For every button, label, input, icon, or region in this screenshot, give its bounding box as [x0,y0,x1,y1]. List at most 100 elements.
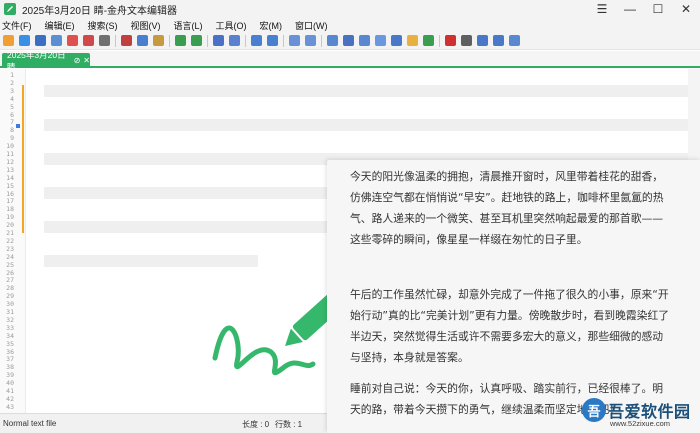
zoom-out-icon[interactable] [267,35,278,46]
close-all-icon[interactable] [83,35,94,46]
line-number: 24 [6,252,14,261]
function-list-icon[interactable] [391,35,402,46]
line-number: 33 [6,323,14,332]
record-macro-icon[interactable] [445,35,456,46]
line-number: 19 [6,213,14,222]
watermark-logo-icon: 吾 [582,398,606,422]
run-macro-multiple-icon[interactable] [493,35,504,46]
line-number: 31 [6,308,14,316]
sync-scroll-h-icon[interactable] [305,35,316,46]
close-button[interactable]: ✕ [672,0,700,18]
line-number: 11 [6,150,14,158]
line-number: 7 [10,118,14,127]
status-length: 长度 : 0 [242,420,270,429]
menu-tools[interactable]: 工具(O) [216,19,247,32]
toolbar-separator [115,34,116,47]
line-number: 30 [6,300,14,309]
watermark-url: www.52zixue.com [610,419,671,428]
line-number: 12 [6,157,14,166]
new-file-icon[interactable] [3,35,14,46]
line-number: 20 [6,221,14,230]
line-number: 39 [6,371,14,380]
show-all-chars-icon[interactable] [343,35,354,46]
copy-icon[interactable] [137,35,148,46]
line-number: 28 [6,284,14,293]
menu-icon[interactable]: ☰ [588,0,616,18]
play-macro-icon[interactable] [477,35,488,46]
line-number-gutter: 1 2 3 4 5 6 7 8 9 10 11 12 13 14 15 16 17 18 19 20 21 22 23 24 2… [0,69,26,413]
site-watermark: 吾 吾爱软件园 www.52zixue.com [578,392,700,433]
replace-icon[interactable] [229,35,240,46]
line-number: 10 [6,142,14,151]
toolbar-separator [245,34,246,47]
menu-window[interactable]: 窗口(W) [295,19,328,32]
line-number: 25 [6,260,14,269]
save-all-icon[interactable] [51,35,62,46]
preview-line: 午后的工作虽然忙碌，却意外完成了一件拖了很久的小事，原来“开 [350,288,669,301]
menu-language[interactable]: 语言(L) [174,19,203,32]
cut-icon[interactable] [121,35,132,46]
line-number: 34 [6,331,14,340]
zoom-in-icon[interactable] [251,35,262,46]
preview-line: 今天的阳光像温柔的拥抱，清晨推开窗时，风里带着桂花的甜香， [350,170,664,183]
line-number: 14 [6,173,14,182]
paste-icon[interactable] [153,35,164,46]
preview-line: 始行动”真的比“完美计划”更有力量。傍晚散步时，看到晚霞染红了 [350,309,670,322]
toolbar-separator [283,34,284,47]
toolbar-separator [439,34,440,47]
title-bar: 2025年3月20日 睛-金舟文本编辑器 ☰ — ☐ ✕ [0,0,700,18]
line-number: 9 [10,134,14,143]
stop-macro-icon[interactable] [461,35,472,46]
preview-paragraph: 今天的阳光像温柔的拥抱，清晨推开窗时，风里带着桂花的甜香， 仿佛连空气都在悄悄说“… [350,166,695,250]
line-number: 43 [6,402,14,411]
open-file-icon[interactable] [19,35,30,46]
menu-search[interactable]: 搜索(S) [88,19,118,32]
menu-edit[interactable]: 编辑(E) [45,19,75,32]
line-number: 3 [10,86,14,95]
menu-file[interactable]: 文件(F) [2,19,32,32]
indent-guide-icon[interactable] [359,35,370,46]
menu-macro[interactable]: 宏(M) [260,19,283,32]
status-file-type: Normal text file [3,419,57,428]
tab-close-icon[interactable]: ✕ [83,56,90,65]
line-number: 16 [6,189,14,198]
line-number: 4 [10,94,14,103]
redo-icon[interactable] [191,35,202,46]
line-number: 35 [6,339,14,348]
minimize-button[interactable]: — [616,0,644,18]
preview-paragraph: 午后的工作虽然忙碌，却意外完成了一件拖了很久的小事，原来“开 始行动”真的比“完美… [350,284,695,368]
preview-line: 半边天，突然觉得生活或许不需要多宏大的意义，那些细微的感动 [350,330,664,343]
line-number: 37 [6,355,14,364]
line-number: 15 [6,181,14,190]
monitor-icon[interactable] [423,35,434,46]
toolbar-separator [207,34,208,47]
line-number: 23 [6,244,14,253]
bookmark-marker-icon[interactable] [16,124,20,128]
document-tab[interactable]: 2025年3月20日 睛 ⊘ ✕ [2,50,90,72]
line-number: 38 [6,363,14,372]
doc-map-icon[interactable] [375,35,386,46]
maximize-button[interactable]: ☐ [644,0,672,18]
line-number: 27 [6,276,14,285]
menu-view[interactable]: 视图(V) [131,19,161,32]
close-file-icon[interactable] [67,35,78,46]
toolbar [0,32,700,50]
toolbar-separator [321,34,322,47]
word-wrap-icon[interactable] [327,35,338,46]
line-number: 8 [10,126,14,135]
line-number: 1 [10,71,14,79]
sync-scroll-v-icon[interactable] [289,35,300,46]
undo-icon[interactable] [175,35,186,46]
line-number: 41 [6,387,14,395]
print-icon[interactable] [99,35,110,46]
line-number: 29 [6,292,14,301]
find-icon[interactable] [213,35,224,46]
line-number: 32 [6,315,14,324]
folder-workspace-icon[interactable] [407,35,418,46]
save-icon[interactable] [35,35,46,46]
save-macro-icon[interactable] [509,35,520,46]
scribble-stroke [212,325,316,376]
preview-line: 与坚持，本身就是答案。 [350,351,469,364]
tab-pin-icon[interactable]: ⊘ [74,56,81,65]
toolbar-separator [169,34,170,47]
